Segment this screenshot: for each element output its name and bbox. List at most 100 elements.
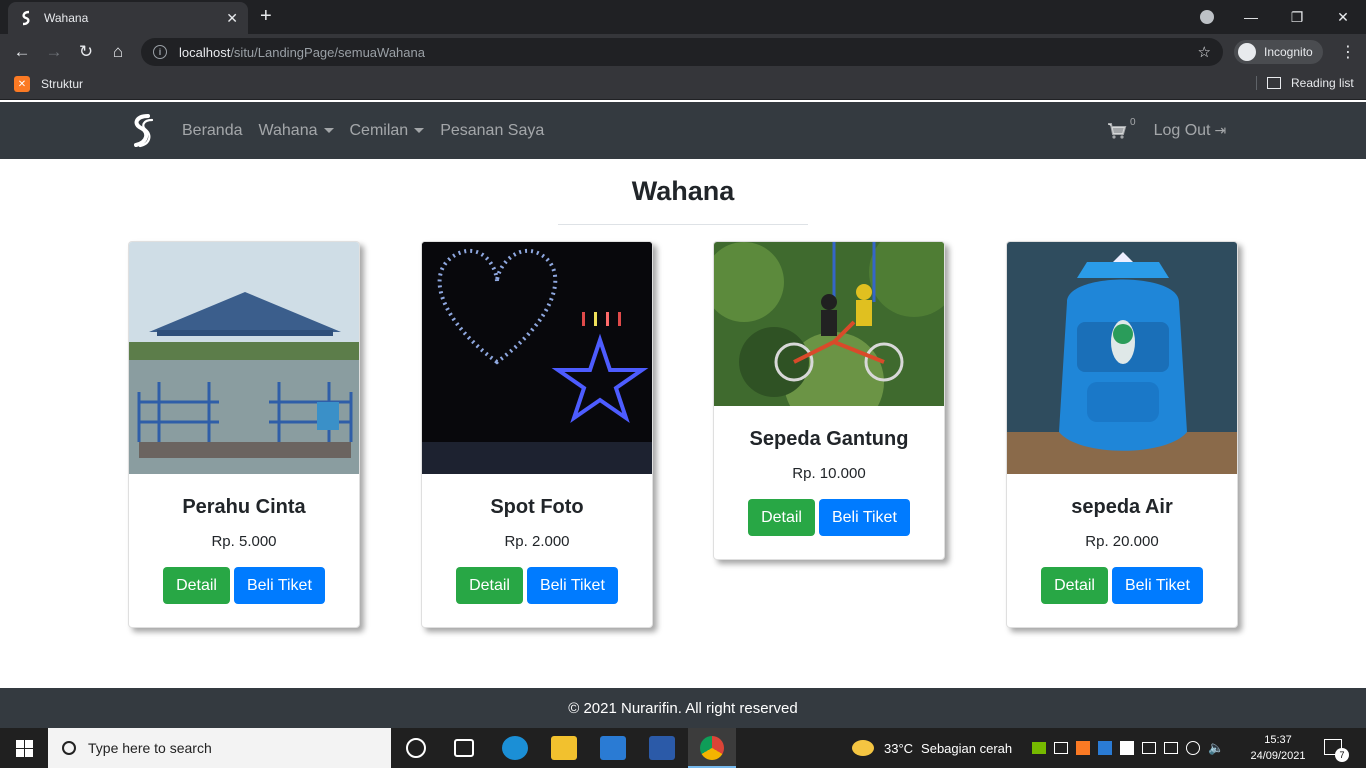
card-actions: Detail Beli Tiket bbox=[1007, 567, 1237, 604]
mail-icon[interactable] bbox=[600, 736, 626, 760]
url-host: localhost bbox=[179, 44, 231, 60]
task-view-icon[interactable] bbox=[454, 739, 474, 757]
sign-out-icon: ⇥ bbox=[1214, 122, 1227, 138]
chrome-taskbar-button[interactable] bbox=[688, 728, 736, 768]
wahana-card: Spot Foto Rp. 2.000 Detail Beli Tiket bbox=[421, 241, 653, 628]
network-icon[interactable] bbox=[1186, 741, 1200, 755]
restore-icon[interactable]: ❐ bbox=[1274, 9, 1320, 26]
detail-button[interactable]: Detail bbox=[1041, 567, 1108, 604]
cart-icon bbox=[1108, 122, 1127, 139]
card-price: Rp. 10.000 bbox=[792, 465, 866, 482]
logout-link[interactable]: Log Out ⇥ bbox=[1154, 122, 1227, 140]
system-tray: 🔈 bbox=[1032, 728, 1224, 768]
nav-wahana-label: Wahana bbox=[258, 121, 318, 139]
nav-cemilan-label: Cemilan bbox=[349, 121, 409, 139]
card-actions: Detail Beli Tiket bbox=[714, 499, 944, 536]
title-divider bbox=[558, 224, 808, 225]
clock-time: 15:37 bbox=[1264, 734, 1292, 746]
card-image-perahu bbox=[129, 242, 359, 474]
chrome-icon bbox=[700, 736, 724, 760]
card-price: Rp. 5.000 bbox=[211, 533, 277, 550]
incognito-icon bbox=[1238, 43, 1256, 61]
wahana-card: Perahu Cinta Rp. 5.000 Detail Beli Tiket bbox=[128, 241, 360, 628]
close-window-icon[interactable]: ✕ bbox=[1320, 9, 1366, 26]
footer-text: © 2021 Nurarifin. All right reserved bbox=[568, 699, 798, 717]
file-explorer-icon[interactable] bbox=[551, 736, 577, 760]
logout-label: Log Out bbox=[1153, 121, 1211, 139]
address-bar[interactable]: i localhost /situ/LandingPage/semuaWahan… bbox=[141, 38, 1223, 66]
detail-button[interactable]: Detail bbox=[163, 567, 230, 604]
buy-ticket-button[interactable]: Beli Tiket bbox=[1111, 567, 1203, 604]
volume-icon[interactable]: 🔈 bbox=[1208, 740, 1224, 756]
battery-icon[interactable] bbox=[1164, 742, 1178, 754]
back-icon[interactable]: ← bbox=[12, 42, 32, 62]
browser-tab[interactable]: Wahana ✕ bbox=[8, 2, 248, 34]
reload-icon[interactable]: ↻ bbox=[76, 42, 96, 62]
site-info-icon[interactable]: i bbox=[153, 45, 167, 59]
nav-links: Beranda Wahana Cemilan Pesanan Saya bbox=[182, 102, 560, 159]
url-path: /situ/LandingPage/semuaWahana bbox=[230, 44, 425, 60]
bookmark-star-icon[interactable]: ☆ bbox=[1198, 43, 1211, 61]
browser-tab-bar: Wahana ✕ + — ❐ ✕ bbox=[0, 0, 1366, 34]
incognito-badge[interactable]: Incognito bbox=[1234, 40, 1323, 64]
buy-ticket-button[interactable]: Beli Tiket bbox=[526, 567, 618, 604]
wahana-card: sepeda Air Rp. 20.000 Detail Beli Tiket bbox=[1006, 241, 1238, 628]
detail-button[interactable]: Detail bbox=[748, 499, 815, 536]
menu-kebab-icon[interactable]: ⋮ bbox=[1340, 42, 1356, 62]
card-title: Sepeda Gantung bbox=[749, 428, 909, 450]
weather-temp: 33°C bbox=[884, 740, 914, 756]
close-tab-icon[interactable]: ✕ bbox=[226, 10, 238, 27]
tab-search-icon[interactable] bbox=[1200, 10, 1214, 24]
weather-widget[interactable]: 33°C Sebagian cerah bbox=[852, 728, 1012, 768]
home-icon[interactable]: ⌂ bbox=[108, 42, 128, 62]
weather-icon bbox=[852, 740, 874, 756]
new-tab-button[interactable]: + bbox=[260, 6, 272, 26]
bookmark-struktur[interactable]: ✕ Struktur bbox=[14, 76, 83, 92]
bookmark-label: Struktur bbox=[41, 77, 84, 91]
card-title: sepeda Air bbox=[1071, 496, 1173, 518]
forward-icon[interactable]: → bbox=[44, 42, 64, 62]
nav-wahana-dropdown[interactable]: Wahana bbox=[259, 122, 334, 140]
buy-ticket-button[interactable]: Beli Tiket bbox=[233, 567, 325, 604]
search-icon bbox=[62, 741, 76, 755]
nav-cemilan-dropdown[interactable]: Cemilan bbox=[350, 122, 425, 140]
security-icon[interactable] bbox=[1120, 741, 1134, 755]
reading-list-button[interactable]: Reading list bbox=[1256, 76, 1354, 90]
clock[interactable]: 15:37 24/09/2021 bbox=[1246, 732, 1310, 764]
card-image-sepeda-gantung bbox=[714, 242, 944, 406]
card-actions: Detail Beli Tiket bbox=[129, 567, 359, 604]
notification-icon[interactable]: 7 bbox=[1324, 739, 1349, 762]
wahana-card: Sepeda Gantung Rp. 10.000 Detail Beli Ti… bbox=[713, 241, 945, 560]
windows-start-icon[interactable] bbox=[16, 740, 33, 757]
bookmarks-bar: ✕ Struktur Reading list bbox=[0, 70, 1366, 100]
xampp-tray-icon[interactable] bbox=[1076, 741, 1090, 755]
nav-pesanan-label: Pesanan Saya bbox=[440, 121, 545, 139]
caret-down-icon bbox=[323, 128, 334, 133]
tray-app-icon[interactable] bbox=[1054, 742, 1068, 754]
card-title: Perahu Cinta bbox=[182, 496, 306, 518]
cortana-icon[interactable] bbox=[406, 738, 426, 758]
incognito-label: Incognito bbox=[1264, 45, 1313, 59]
page-title: Wahana bbox=[631, 176, 735, 206]
tray-app-icon[interactable] bbox=[1098, 741, 1112, 755]
reading-list-icon bbox=[1267, 77, 1281, 89]
buy-ticket-button[interactable]: Beli Tiket bbox=[818, 499, 910, 536]
reading-list-label: Reading list bbox=[1291, 76, 1354, 90]
minimize-icon[interactable]: — bbox=[1228, 9, 1274, 25]
nav-beranda[interactable]: Beranda bbox=[182, 122, 243, 140]
nav-pesanan-saya[interactable]: Pesanan Saya bbox=[440, 122, 544, 140]
tray-app-icon[interactable] bbox=[1142, 742, 1156, 754]
brand-logo[interactable] bbox=[130, 114, 156, 148]
word-icon[interactable] bbox=[649, 736, 675, 760]
card-price: Rp. 20.000 bbox=[1085, 533, 1159, 550]
taskbar-search[interactable]: Type here to search bbox=[48, 728, 391, 768]
detail-button[interactable]: Detail bbox=[456, 567, 523, 604]
cart-count: 0 bbox=[1130, 116, 1136, 128]
site-footer: © 2021 Nurarifin. All right reserved bbox=[0, 688, 1366, 728]
caret-down-icon bbox=[414, 128, 425, 133]
card-actions: Detail Beli Tiket bbox=[422, 567, 652, 604]
cart-button[interactable]: 0 bbox=[1108, 117, 1136, 139]
nvidia-icon[interactable] bbox=[1032, 742, 1046, 754]
edge-icon[interactable] bbox=[502, 736, 528, 760]
nav-right: 0 Log Out ⇥ bbox=[1108, 102, 1226, 159]
